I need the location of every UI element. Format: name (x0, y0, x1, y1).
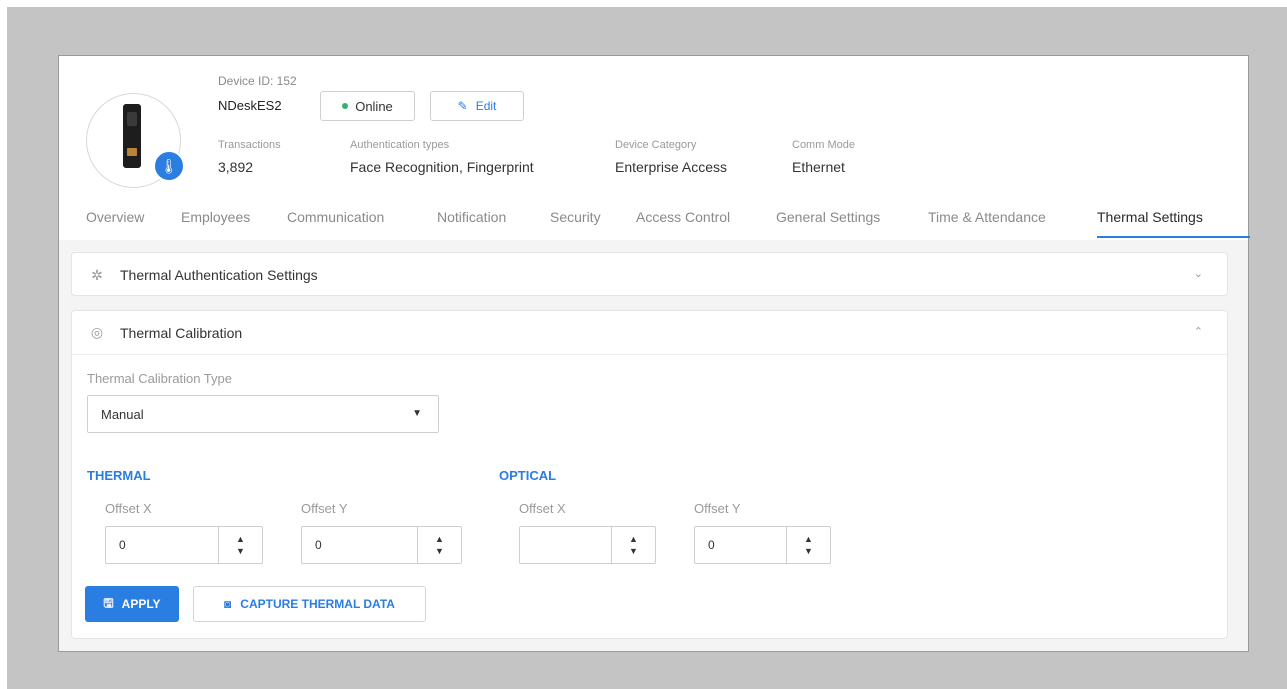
spin-down-icon[interactable]: ▼ (629, 545, 638, 557)
spin-down-icon[interactable]: ▼ (804, 545, 813, 557)
thermal-calibration-title: Thermal Calibration (120, 324, 243, 341)
optical-offset-x-stepper: ▲ ▼ (519, 526, 656, 564)
camera-icon: ◙ (224, 597, 232, 611)
active-tab-indicator (1097, 236, 1250, 238)
capture-thermal-data-button[interactable]: ◙ CAPTURE THERMAL DATA (193, 586, 426, 622)
status-text: Online (355, 98, 393, 114)
tab-thermal-settings[interactable]: Thermal Settings (1097, 206, 1203, 240)
spin-up-icon[interactable]: ▲ (804, 533, 813, 545)
device-avatar: 🌡 (86, 93, 185, 188)
thermal-offset-x-label: Offset X (105, 501, 152, 516)
edit-button[interactable]: ✎ Edit (430, 91, 524, 121)
page-top-edge (0, 0, 1287, 7)
spin-up-icon[interactable]: ▲ (236, 533, 245, 545)
thermal-offset-x-stepper: ▲▼ (105, 526, 263, 564)
spin-buttons[interactable]: ▲ ▼ (611, 527, 655, 563)
thermal-calibration-panel-header[interactable]: ◎ Thermal Calibration ⌃ (72, 311, 1227, 355)
thermal-offset-x-input[interactable] (106, 527, 218, 563)
thermometer-icon: ✲ (91, 266, 103, 283)
save-icon: 🖫 (103, 595, 114, 610)
transactions-value: 3,892 (218, 159, 254, 175)
spin-up-icon[interactable]: ▲ (629, 533, 638, 545)
comm-mode-label: Comm Mode (792, 139, 855, 151)
spin-down-icon[interactable]: ▼ (435, 545, 444, 557)
optical-section-title: OPTICAL (499, 468, 557, 483)
device-id: Device ID: 152 (218, 74, 297, 88)
status-dot-icon (342, 103, 349, 109)
tab-overview[interactable]: Overview (86, 206, 144, 240)
tab-security[interactable]: Security (550, 206, 601, 240)
status-badge: Online (320, 91, 415, 121)
comm-mode-value: Ethernet (792, 159, 845, 175)
calibration-type-label: Thermal Calibration Type (87, 371, 232, 386)
thermal-auth-panel-header[interactable]: ✲ Thermal Authentication Settings ⌄ (72, 253, 1227, 297)
apply-label: APPLY (121, 597, 161, 611)
thermometer-badge-icon: 🌡 (153, 150, 185, 182)
thermal-offset-y-stepper: ▲▼ (301, 526, 462, 564)
caret-down-icon: ▼ (412, 408, 422, 419)
tab-communication[interactable]: Communication (287, 206, 384, 240)
tab-time-attendance[interactable]: Time & Attendance (928, 206, 1046, 240)
optical-offset-y-label: Offset Y (694, 501, 741, 516)
thermal-auth-panel: ✲ Thermal Authentication Settings ⌄ (71, 252, 1228, 296)
calibration-icon: ◎ (90, 324, 104, 340)
edit-label: Edit (475, 99, 497, 113)
calibration-type-select[interactable]: Manual ▼ (87, 395, 439, 433)
auth-types-label: Authentication types (350, 139, 450, 151)
pencil-icon: ✎ (457, 99, 468, 113)
chevron-down-icon[interactable]: ⌄ (1194, 267, 1203, 280)
tab-general-settings[interactable]: General Settings (776, 206, 880, 240)
spin-buttons[interactable]: ▲ ▼ (417, 527, 461, 563)
device-name: NDeskES2 (218, 98, 282, 113)
device-tabs: Overview Employees Communication Notific… (71, 206, 1250, 240)
spin-down-icon[interactable]: ▼ (236, 545, 245, 557)
device-details-card: 🌡 Device ID: 152 NDeskES2 Online ✎ Edit … (58, 55, 1250, 652)
tab-access-control[interactable]: Access Control (636, 206, 730, 240)
thermal-calibration-panel: ◎ Thermal Calibration ⌃ Thermal Calibrat… (71, 310, 1228, 639)
device-image (123, 104, 141, 168)
optical-offset-x-label: Offset X (519, 501, 566, 516)
calibration-type-value: Manual (101, 406, 144, 422)
chevron-up-icon[interactable]: ⌃ (1194, 325, 1203, 338)
thermal-offset-y-label: Offset Y (301, 501, 348, 516)
optical-offset-y-stepper: ▲▼ (694, 526, 831, 564)
transactions-label: Transactions (218, 139, 281, 151)
tab-notification[interactable]: Notification (437, 206, 506, 240)
thermal-auth-title: Thermal Authentication Settings (120, 267, 318, 283)
optical-offset-y-input[interactable] (695, 527, 786, 563)
capture-label: CAPTURE THERMAL DATA (240, 597, 395, 611)
optical-offset-x-input[interactable] (520, 527, 611, 563)
tab-employees[interactable]: Employees (181, 206, 250, 240)
auth-types-value: Face Recognition, Fingerprint (350, 159, 534, 175)
spin-buttons[interactable]: ▲ ▼ (218, 527, 262, 563)
thermal-section-title: THERMAL (87, 468, 151, 483)
spin-buttons[interactable]: ▲ ▼ (786, 527, 830, 563)
thermal-offset-y-input[interactable] (302, 527, 417, 563)
spin-up-icon[interactable]: ▲ (435, 533, 444, 545)
device-category-value: Enterprise Access (615, 159, 728, 175)
apply-button[interactable]: 🖫 APPLY (85, 586, 179, 622)
device-category-label: Device Category (615, 139, 697, 151)
